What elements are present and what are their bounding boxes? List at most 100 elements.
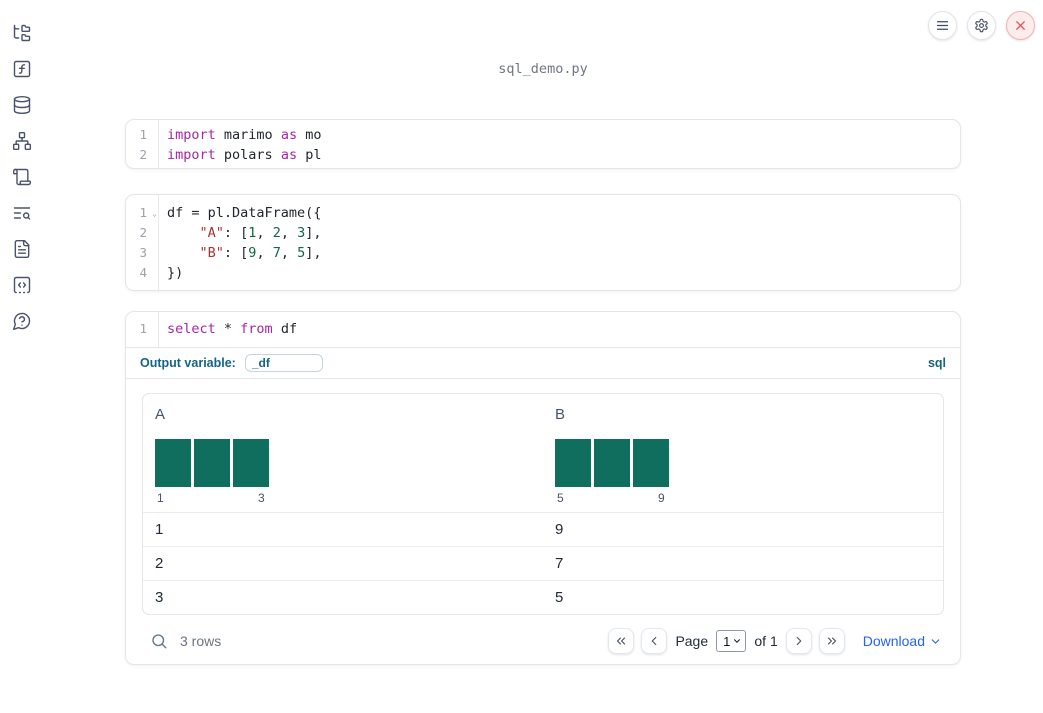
column-header-B[interactable]: B 59	[543, 394, 943, 512]
code-editor[interactable]: 1 ⌄ df = pl.DataFrame({ 2 "A": [1, 2, 3], 3 …	[126, 195, 960, 290]
page-number-select[interactable]: 1	[716, 630, 747, 652]
network-icon	[12, 131, 32, 151]
row-count-label: 3 rows	[180, 633, 222, 649]
table-cell: 7	[555, 555, 564, 572]
sidebar-item-datasources[interactable]	[10, 93, 34, 117]
page-number-value: 1	[723, 633, 731, 649]
sql-code-editor[interactable]: 1 select * from df	[126, 312, 960, 347]
code-text: df = pl.DataFrame({	[167, 205, 322, 221]
code-editor[interactable]: 1 import marimo as mo 2 import polars as pl	[126, 120, 960, 168]
sidebar-item-dependencies[interactable]	[10, 129, 34, 153]
code-line[interactable]: 1 import marimo as mo	[126, 125, 960, 145]
download-button[interactable]: Download	[863, 633, 942, 649]
histogram-bar	[594, 439, 630, 487]
code-cell-imports[interactable]: 1 import marimo as mo 2 import polars as pl	[125, 119, 961, 169]
code-line[interactable]: 2 "A": [1, 2, 3],	[126, 223, 960, 243]
histogram-bar	[233, 439, 269, 487]
histogram-max-label: 3	[258, 491, 265, 505]
menu-icon	[936, 21, 949, 30]
download-label: Download	[862, 633, 925, 649]
language-badge: sql	[927, 356, 946, 370]
sidebar-item-scratchpad[interactable]	[10, 165, 34, 189]
code-text: "B": [9, 7, 5],	[199, 245, 322, 261]
code-line[interactable]: 3 "B": [9, 7, 5],	[126, 243, 960, 263]
table-row[interactable]: 27	[143, 546, 943, 580]
sql-cell: 1 select * from df Output variable: sql A…	[125, 311, 961, 665]
column-header-A[interactable]: A13	[143, 394, 543, 512]
cell-output: A13B59 192735 3 rows Page 1 of 1 Downloa…	[126, 379, 960, 664]
output-variable-label: Output variable:	[140, 356, 236, 370]
column-name: B	[555, 406, 566, 423]
sidebar-item-logs[interactable]	[10, 201, 34, 225]
sidebar-item-documentation[interactable]	[10, 237, 34, 261]
line-number: 1	[139, 127, 147, 142]
chevrons-right-icon	[827, 637, 836, 645]
table-cell: 3	[155, 589, 164, 606]
line-number: 3	[139, 245, 147, 260]
line-number: 2	[139, 147, 147, 162]
sidebar-item-functions[interactable]	[10, 57, 34, 81]
code-text: import marimo as mo	[167, 127, 322, 143]
line-number: 1 ⌄	[126, 203, 158, 223]
line-number: 4	[139, 265, 147, 280]
chevron-down-icon	[931, 638, 940, 644]
function-square-icon	[13, 60, 31, 78]
search-icon[interactable]	[150, 632, 168, 650]
table-cell: 1	[155, 521, 164, 538]
gear-icon	[975, 18, 988, 33]
code-square-icon	[13, 276, 31, 294]
fold-chevron-icon[interactable]: ⌄	[152, 204, 157, 224]
topbar-actions	[928, 11, 1035, 40]
sidebar-item-help[interactable]	[10, 309, 34, 333]
marimo-app: sql_demo.py 1 import marimo as mo 2 import …	[0, 0, 1043, 713]
histogram-bar	[555, 439, 591, 487]
previous-page-button[interactable]	[641, 628, 668, 654]
code-text: })	[167, 265, 184, 281]
code-line[interactable]: 1 select * from df	[126, 319, 960, 339]
code-text: import polars as pl	[167, 147, 322, 163]
scroll-icon	[12, 168, 32, 186]
file-text-icon	[14, 239, 30, 259]
histogram-bar	[155, 439, 191, 487]
database-icon	[13, 95, 31, 115]
table-header-row: A13B59	[143, 394, 943, 512]
output-variable-input[interactable]	[244, 354, 323, 372]
code-line[interactable]: 4})	[126, 263, 960, 283]
chevron-left-icon	[652, 636, 657, 646]
code-line[interactable]: 2 import polars as pl	[126, 145, 960, 165]
sidebar-item-snippets[interactable]	[10, 273, 34, 297]
sql-cell-options-bar: Output variable: sql	[126, 347, 960, 379]
table-row[interactable]: 35	[143, 580, 943, 614]
chevron-right-icon	[796, 636, 802, 646]
table-cell: 2	[155, 555, 164, 572]
column-histogram: 59	[555, 439, 669, 506]
text-search-icon	[13, 207, 31, 220]
sidebar-item-file-explorer[interactable]	[10, 21, 34, 45]
histogram-max-label: 9	[658, 491, 665, 505]
table-row[interactable]: 19	[143, 512, 943, 546]
shutdown-button[interactable]	[1006, 11, 1035, 40]
line-number: 2	[139, 225, 147, 240]
histogram-bar	[194, 439, 230, 487]
table-body: 192735	[143, 512, 943, 614]
code-cell-dataframe[interactable]: 1 ⌄ df = pl.DataFrame({ 2 "A": [1, 2, 3], 3 …	[125, 194, 961, 291]
close-icon	[1016, 21, 1025, 30]
chevron-down-icon	[734, 639, 741, 643]
menu-button[interactable]	[928, 11, 957, 40]
column-name: A	[155, 406, 166, 423]
notebook-filename: sql_demo.py	[498, 61, 588, 77]
code-line[interactable]: 1 ⌄ df = pl.DataFrame({	[126, 203, 960, 223]
histogram-bar	[633, 439, 669, 487]
histogram-min-label: 1	[157, 491, 164, 505]
table-cell: 9	[555, 521, 564, 538]
dataframe-table: A13B59 192735	[142, 393, 944, 615]
column-histogram: 13	[155, 439, 269, 506]
first-page-button[interactable]	[608, 628, 635, 654]
panel-sidebar	[0, 0, 44, 713]
table-footer: 3 rows Page 1 of 1 Download	[142, 615, 944, 664]
code-text: select * from df	[167, 321, 298, 337]
settings-button[interactable]	[967, 11, 996, 40]
next-page-button[interactable]	[785, 628, 812, 654]
page-total-label: of 1	[754, 633, 778, 649]
last-page-button[interactable]	[818, 628, 845, 654]
